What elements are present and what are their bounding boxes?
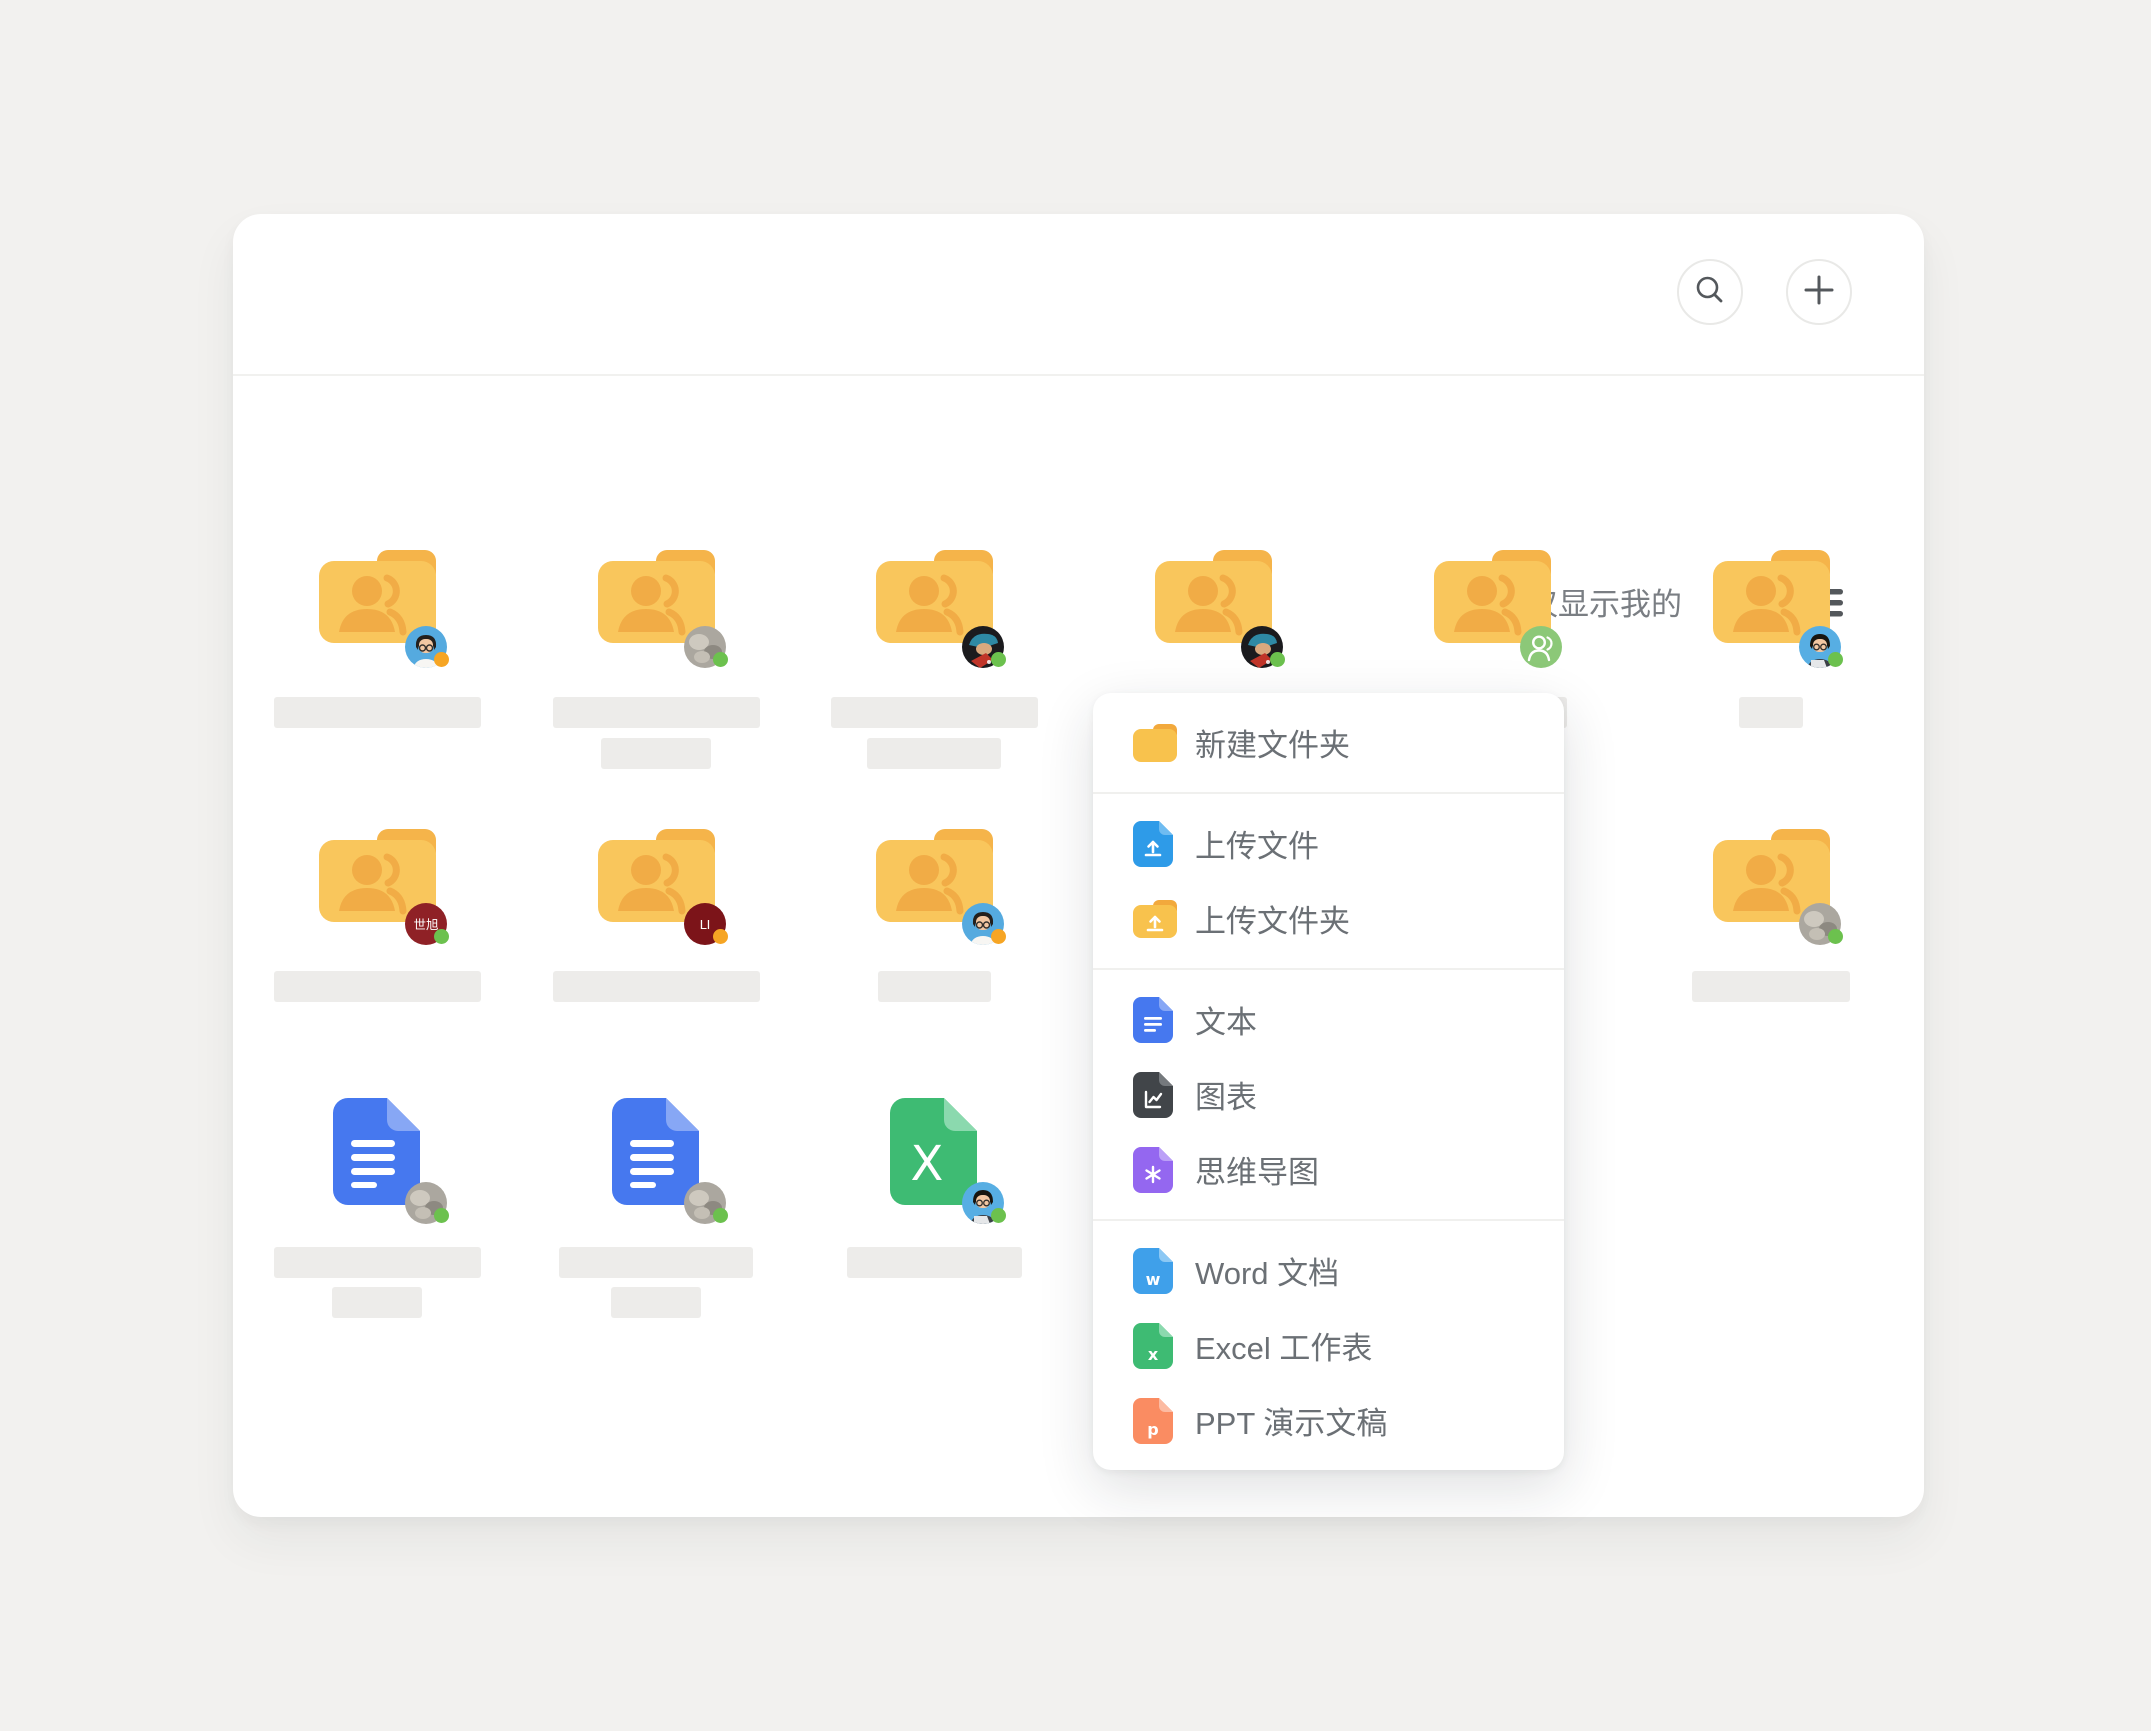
- presence-dot-orange: [991, 929, 1006, 944]
- file-chart-dark-icon: [1133, 1072, 1181, 1118]
- filename-placeholder: [1692, 971, 1850, 1002]
- drive-panel: 仅显示我的: [233, 214, 1924, 1517]
- filename-placeholder: [553, 971, 760, 1002]
- view-toolbar: 仅显示我的: [233, 376, 1924, 496]
- folder-tile[interactable]: [795, 827, 1073, 1002]
- menu-item-label: 文本: [1195, 997, 1257, 1042]
- filename-placeholder: [559, 1247, 753, 1278]
- presence-dot-orange: [434, 652, 449, 667]
- presence-dot-green: [1828, 652, 1843, 667]
- menu-item-doc-word[interactable]: w Word 文档: [1093, 1233, 1564, 1308]
- folder-upload-yellow-icon: [1133, 900, 1181, 938]
- create-menu: 新建文件夹上传文件上传文件夹文本图表思维导图 w Word 文档 x Excel 工作表…: [1093, 693, 1564, 1470]
- svg-text:世旭: 世旭: [413, 917, 438, 932]
- panel-header: [233, 214, 1924, 374]
- file-excel-green-icon: x: [1133, 1323, 1181, 1369]
- folder-tile[interactable]: 世旭: [238, 827, 516, 1002]
- menu-group: w Word 文档 x Excel 工作表 p PPT 演示文稿: [1093, 1219, 1564, 1470]
- file-ppt-orange-icon: p: [1133, 1398, 1181, 1444]
- page-background: 仅显示我的: [0, 0, 2151, 1731]
- filename-placeholder: [274, 971, 481, 1002]
- menu-item-label: 思维导图: [1195, 1147, 1319, 1192]
- menu-item-upload-folder[interactable]: 上传文件夹: [1093, 881, 1564, 956]
- menu-item-doc-mindmap[interactable]: 思维导图: [1093, 1132, 1564, 1207]
- filename-placeholder: [1739, 697, 1803, 728]
- folder-tile[interactable]: LI: [517, 827, 795, 1002]
- file-text-blue-icon: [1133, 997, 1181, 1043]
- filename-placeholder: [553, 697, 760, 728]
- presence-dot-green: [1828, 929, 1843, 944]
- filename-placeholder: [601, 738, 711, 769]
- menu-item-new-folder[interactable]: 新建文件夹: [1093, 705, 1564, 780]
- presence-dot-green: [434, 929, 449, 944]
- svg-text:p: p: [1147, 1420, 1158, 1439]
- menu-item-label: PPT 演示文稿: [1195, 1398, 1387, 1443]
- presence-dot-green: [713, 652, 728, 667]
- filename-placeholder: [274, 697, 481, 728]
- owner-avatar-member-green: [1520, 626, 1562, 668]
- search-icon: [1693, 273, 1727, 312]
- menu-item-doc-text[interactable]: 文本: [1093, 982, 1564, 1057]
- menu-item-label: Excel 工作表: [1195, 1323, 1372, 1368]
- menu-item-label: Word 文档: [1195, 1248, 1339, 1293]
- presence-dot-green: [991, 652, 1006, 667]
- menu-item-doc-chart[interactable]: 图表: [1093, 1057, 1564, 1132]
- menu-group: 文本图表思维导图: [1093, 968, 1564, 1219]
- folder-tile[interactable]: [238, 548, 516, 728]
- menu-group: 新建文件夹: [1093, 693, 1564, 792]
- folder-tile[interactable]: [517, 548, 795, 769]
- filename-placeholder: [831, 697, 1038, 728]
- filename-placeholder: [611, 1287, 701, 1318]
- file-word-blue-icon: w: [1133, 1248, 1181, 1294]
- file-mindmap-purple-icon: [1133, 1147, 1181, 1193]
- folder-tile[interactable]: [1632, 548, 1910, 728]
- plus-icon: [1802, 273, 1836, 312]
- filename-placeholder: [847, 1247, 1022, 1278]
- svg-text:x: x: [1148, 1345, 1159, 1364]
- folder-yellow-icon: [1133, 724, 1181, 762]
- filename-placeholder: [878, 971, 991, 1002]
- menu-item-label: 上传文件夹: [1195, 896, 1350, 941]
- file-upload-blue-icon: [1133, 821, 1181, 867]
- create-button[interactable]: [1786, 259, 1852, 325]
- filename-placeholder: [867, 738, 1001, 769]
- menu-item-label: 新建文件夹: [1195, 720, 1350, 765]
- svg-text:X: X: [911, 1136, 944, 1192]
- presence-dot-orange: [713, 929, 728, 944]
- menu-group: 上传文件上传文件夹: [1093, 792, 1564, 968]
- presence-dot-green: [713, 1208, 728, 1223]
- filename-placeholder: [332, 1287, 422, 1318]
- presence-dot-green: [434, 1208, 449, 1223]
- menu-item-doc-excel[interactable]: x Excel 工作表: [1093, 1308, 1564, 1383]
- document-tile[interactable]: [238, 1098, 516, 1318]
- presence-dot-green: [1270, 652, 1285, 667]
- svg-text:LI: LI: [700, 917, 711, 932]
- document-tile[interactable]: [517, 1098, 795, 1318]
- menu-item-doc-ppt[interactable]: p PPT 演示文稿: [1093, 1383, 1564, 1458]
- menu-item-upload-file[interactable]: 上传文件: [1093, 806, 1564, 881]
- folder-tile[interactable]: [795, 548, 1073, 769]
- presence-dot-green: [991, 1208, 1006, 1223]
- menu-item-label: 图表: [1195, 1072, 1257, 1117]
- search-button[interactable]: [1677, 259, 1743, 325]
- folder-tile[interactable]: [1632, 827, 1910, 1002]
- document-tile[interactable]: X: [795, 1098, 1073, 1278]
- filename-placeholder: [274, 1247, 481, 1278]
- menu-item-label: 上传文件: [1195, 821, 1319, 866]
- svg-text:w: w: [1146, 1270, 1161, 1289]
